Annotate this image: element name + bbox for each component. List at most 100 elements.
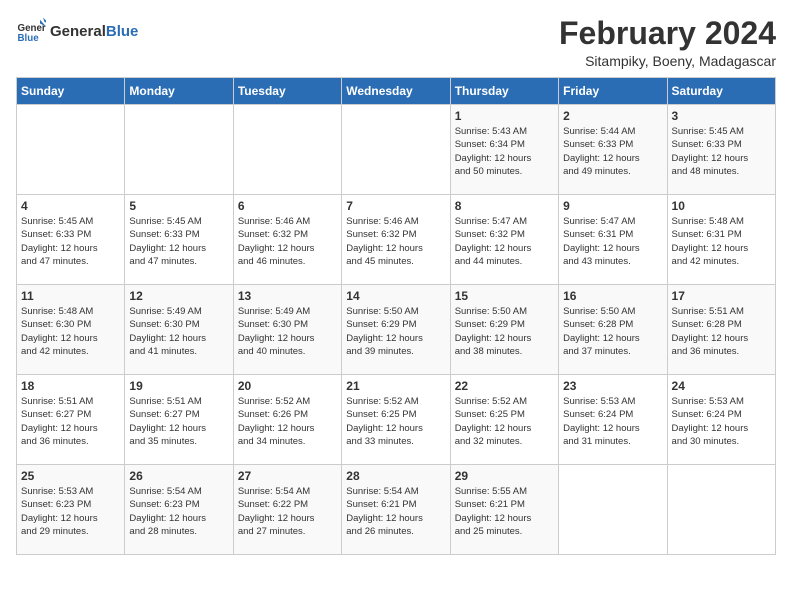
day-cell: 24 Sunrise: 5:53 AM Sunset: 6:24 PM Dayli… [667, 375, 775, 465]
calendar-subtitle: Sitampiky, Boeny, Madagascar [559, 53, 776, 69]
day-cell: 23 Sunrise: 5:53 AM Sunset: 6:24 PM Dayli… [559, 375, 667, 465]
day-cell: 2Sunrise: 5:44 AM Sunset: 6:33 PM Daylig… [559, 105, 667, 195]
day-info: Sunrise: 5:49 AM Sunset: 6:30 PM Dayligh… [129, 305, 228, 358]
day-info: Sunrise: 5:47 AM Sunset: 6:32 PM Dayligh… [455, 215, 554, 268]
logo: General Blue General Blue [16, 16, 138, 46]
day-info: Sunrise: 5:48 AM Sunset: 6:30 PM Dayligh… [21, 305, 120, 358]
week-row-4: 25 Sunrise: 5:53 AM Sunset: 6:23 PM Dayli… [17, 465, 776, 555]
day-info: Sunrise: 5:45 AM Sunset: 6:33 PM Dayligh… [672, 125, 771, 178]
day-number: 29 [455, 469, 554, 483]
header-cell-sunday: Sunday [17, 78, 125, 105]
day-number: 6 [238, 199, 337, 213]
day-info: Sunrise: 5:49 AM Sunset: 6:30 PM Dayligh… [238, 305, 337, 358]
day-info: Sunrise: 5:53 AM Sunset: 6:23 PM Dayligh… [21, 485, 120, 538]
day-number: 18 [21, 379, 120, 393]
week-row-1: 4 Sunrise: 5:45 AM Sunset: 6:33 PM Daylig… [17, 195, 776, 285]
day-info: Sunrise: 5:54 AM Sunset: 6:21 PM Dayligh… [346, 485, 445, 538]
day-number: 4 [21, 199, 120, 213]
day-number: 21 [346, 379, 445, 393]
logo-blue: Blue [106, 23, 139, 40]
day-number: 11 [21, 289, 120, 303]
day-cell: 21 Sunrise: 5:52 AM Sunset: 6:25 PM Dayli… [342, 375, 450, 465]
day-info: Sunrise: 5:54 AM Sunset: 6:22 PM Dayligh… [238, 485, 337, 538]
day-number: 25 [21, 469, 120, 483]
calendar-header: SundayMondayTuesdayWednesdayThursdayFrid… [17, 78, 776, 105]
day-cell: 28 Sunrise: 5:54 AM Sunset: 6:21 PM Dayli… [342, 465, 450, 555]
day-info: Sunrise: 5:50 AM Sunset: 6:29 PM Dayligh… [346, 305, 445, 358]
day-cell: 3 Sunrise: 5:45 AM Sunset: 6:33 PM Daylig… [667, 105, 775, 195]
day-info: Sunrise: 5:44 AM Sunset: 6:33 PM Dayligh… [563, 125, 662, 178]
day-number: 13 [238, 289, 337, 303]
logo-general: General [50, 23, 106, 40]
day-number: 22 [455, 379, 554, 393]
day-info: Sunrise: 5:48 AM Sunset: 6:31 PM Dayligh… [672, 215, 771, 268]
day-cell: 7 Sunrise: 5:46 AM Sunset: 6:32 PM Daylig… [342, 195, 450, 285]
day-info: Sunrise: 5:45 AM Sunset: 6:33 PM Dayligh… [129, 215, 228, 268]
day-cell: 25 Sunrise: 5:53 AM Sunset: 6:23 PM Dayli… [17, 465, 125, 555]
day-info: Sunrise: 5:50 AM Sunset: 6:28 PM Dayligh… [563, 305, 662, 358]
calendar-table: SundayMondayTuesdayWednesdayThursdayFrid… [16, 77, 776, 555]
day-info: Sunrise: 5:43 AM Sunset: 6:34 PM Dayligh… [455, 125, 554, 178]
header-cell-tuesday: Tuesday [233, 78, 341, 105]
day-info: Sunrise: 5:46 AM Sunset: 6:32 PM Dayligh… [346, 215, 445, 268]
day-cell: 8 Sunrise: 5:47 AM Sunset: 6:32 PM Daylig… [450, 195, 558, 285]
day-number: 14 [346, 289, 445, 303]
header: General Blue General Blue February 2024 … [16, 16, 776, 69]
week-row-0: 1 Sunrise: 5:43 AM Sunset: 6:34 PM Daylig… [17, 105, 776, 195]
day-cell: 14 Sunrise: 5:50 AM Sunset: 6:29 PM Dayli… [342, 285, 450, 375]
day-number: 7 [346, 199, 445, 213]
day-cell: 4 Sunrise: 5:45 AM Sunset: 6:33 PM Daylig… [17, 195, 125, 285]
day-info: Sunrise: 5:52 AM Sunset: 6:25 PM Dayligh… [455, 395, 554, 448]
day-info: Sunrise: 5:53 AM Sunset: 6:24 PM Dayligh… [672, 395, 771, 448]
day-number: 17 [672, 289, 771, 303]
day-number: 24 [672, 379, 771, 393]
day-cell: 1 Sunrise: 5:43 AM Sunset: 6:34 PM Daylig… [450, 105, 558, 195]
day-number: 1 [455, 109, 554, 123]
day-number: 3 [672, 109, 771, 123]
day-info: Sunrise: 5:50 AM Sunset: 6:29 PM Dayligh… [455, 305, 554, 358]
title-area: February 2024 Sitampiky, Boeny, Madagasc… [559, 16, 776, 69]
day-info: Sunrise: 5:51 AM Sunset: 6:27 PM Dayligh… [129, 395, 228, 448]
day-cell: 22 Sunrise: 5:52 AM Sunset: 6:25 PM Dayli… [450, 375, 558, 465]
day-cell: 15 Sunrise: 5:50 AM Sunset: 6:29 PM Dayli… [450, 285, 558, 375]
calendar-title: February 2024 [559, 16, 776, 51]
calendar-body: 1 Sunrise: 5:43 AM Sunset: 6:34 PM Daylig… [17, 105, 776, 555]
header-cell-saturday: Saturday [667, 78, 775, 105]
day-info: Sunrise: 5:52 AM Sunset: 6:26 PM Dayligh… [238, 395, 337, 448]
day-cell [17, 105, 125, 195]
day-cell [233, 105, 341, 195]
day-cell: 9Sunrise: 5:47 AM Sunset: 6:31 PM Daylig… [559, 195, 667, 285]
day-cell: 29Sunrise: 5:55 AM Sunset: 6:21 PM Dayli… [450, 465, 558, 555]
svg-text:Blue: Blue [18, 33, 40, 44]
day-cell: 13 Sunrise: 5:49 AM Sunset: 6:30 PM Dayli… [233, 285, 341, 375]
day-number: 15 [455, 289, 554, 303]
day-cell: 27Sunrise: 5:54 AM Sunset: 6:22 PM Dayli… [233, 465, 341, 555]
header-cell-wednesday: Wednesday [342, 78, 450, 105]
header-cell-friday: Friday [559, 78, 667, 105]
day-cell: 26Sunrise: 5:54 AM Sunset: 6:23 PM Dayli… [125, 465, 233, 555]
day-number: 8 [455, 199, 554, 213]
day-cell: 19 Sunrise: 5:51 AM Sunset: 6:27 PM Dayli… [125, 375, 233, 465]
week-row-2: 11 Sunrise: 5:48 AM Sunset: 6:30 PM Dayli… [17, 285, 776, 375]
day-number: 20 [238, 379, 337, 393]
day-info: Sunrise: 5:51 AM Sunset: 6:28 PM Dayligh… [672, 305, 771, 358]
day-cell: 5Sunrise: 5:45 AM Sunset: 6:33 PM Daylig… [125, 195, 233, 285]
header-row: SundayMondayTuesdayWednesdayThursdayFrid… [17, 78, 776, 105]
day-number: 19 [129, 379, 228, 393]
day-cell [559, 465, 667, 555]
day-info: Sunrise: 5:47 AM Sunset: 6:31 PM Dayligh… [563, 215, 662, 268]
day-number: 28 [346, 469, 445, 483]
day-number: 23 [563, 379, 662, 393]
day-info: Sunrise: 5:45 AM Sunset: 6:33 PM Dayligh… [21, 215, 120, 268]
day-cell: 20 Sunrise: 5:52 AM Sunset: 6:26 PM Dayli… [233, 375, 341, 465]
header-cell-monday: Monday [125, 78, 233, 105]
day-cell: 12Sunrise: 5:49 AM Sunset: 6:30 PM Dayli… [125, 285, 233, 375]
day-number: 10 [672, 199, 771, 213]
day-info: Sunrise: 5:53 AM Sunset: 6:24 PM Dayligh… [563, 395, 662, 448]
day-cell: 16Sunrise: 5:50 AM Sunset: 6:28 PM Dayli… [559, 285, 667, 375]
day-cell: 10 Sunrise: 5:48 AM Sunset: 6:31 PM Dayli… [667, 195, 775, 285]
day-cell [667, 465, 775, 555]
day-cell: 18Sunrise: 5:51 AM Sunset: 6:27 PM Dayli… [17, 375, 125, 465]
logo-icon: General Blue [16, 16, 46, 46]
day-info: Sunrise: 5:52 AM Sunset: 6:25 PM Dayligh… [346, 395, 445, 448]
